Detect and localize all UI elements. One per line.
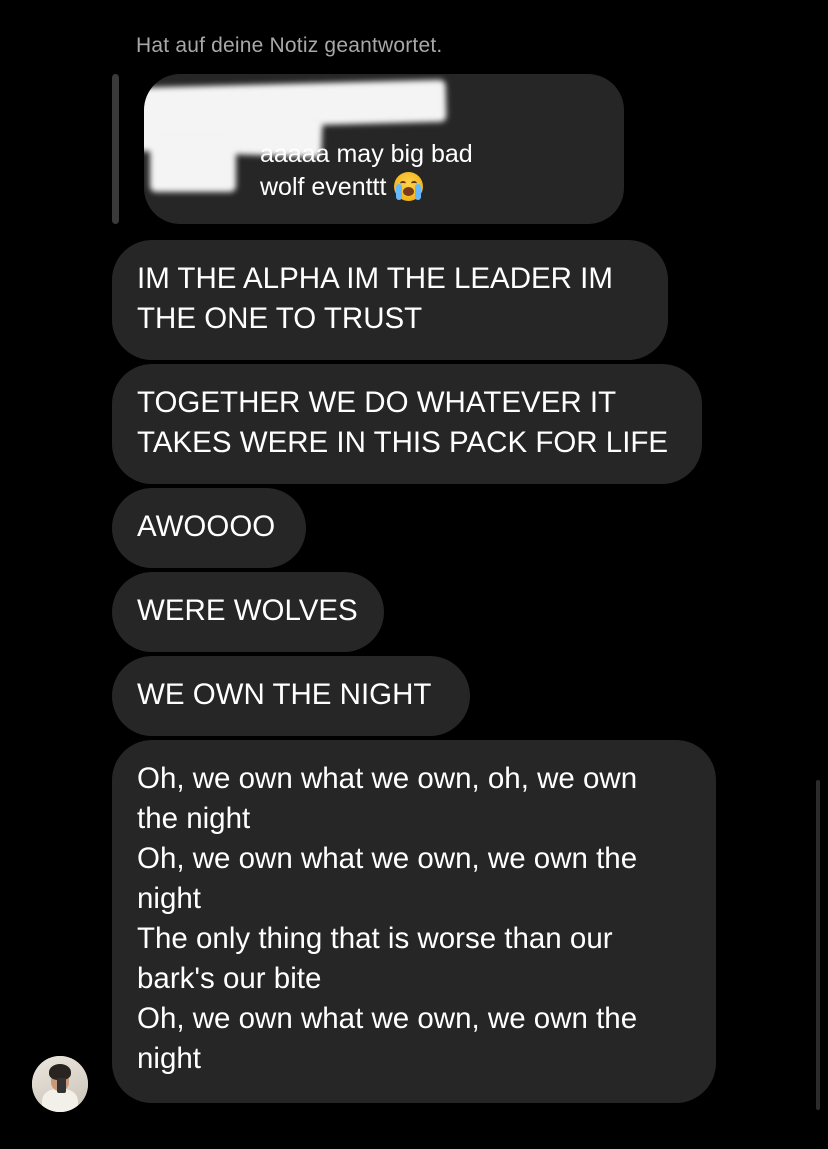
message-bubble[interactable]: IM THE ALPHA IM THE LEADER IM THE ONE TO… (112, 240, 668, 360)
scrollbar[interactable] (816, 780, 820, 1110)
message-bubble[interactable]: WERE WOLVES (112, 572, 384, 652)
message-bubble[interactable]: TOGETHER WE DO WHATEVER IT TAKES WERE IN… (112, 364, 702, 484)
message-line: Oh, we own what we own, oh, we own (137, 762, 638, 795)
message-line: TOGETHER WE DO WHATEVER IT (137, 386, 617, 419)
avatar-phone (57, 1078, 66, 1093)
message-bubble[interactable]: WE OWN THE NIGHT (112, 656, 470, 736)
message-line: Oh, we own what we own, we own the (137, 1002, 638, 1035)
replied-note-preview[interactable]: aaaaa may big bad wolf eventtt (144, 74, 624, 224)
note-line: aaaaa may big bad (260, 140, 473, 168)
message-line: TAKES WERE IN THIS PACK FOR LIFE (137, 426, 669, 459)
redaction-scribble (150, 138, 236, 192)
message-line: bark's our bite (137, 962, 322, 995)
message-line: night (137, 882, 201, 915)
reply-indicator-bar (112, 74, 119, 224)
message-line: AWOOOO (137, 510, 276, 543)
message-line: the night (137, 802, 251, 835)
message-bubble[interactable]: AWOOOO (112, 488, 306, 568)
sender-avatar[interactable] (32, 1056, 88, 1112)
note-line: wolf eventtt (260, 171, 473, 204)
message-line: night (137, 1042, 201, 1075)
message-line: IM THE ALPHA IM THE LEADER IM (137, 262, 613, 295)
message-bubble[interactable]: Oh, we own what we own, oh, we own the n… (112, 740, 716, 1103)
loudly-crying-face-icon (394, 172, 424, 201)
message-line: THE ONE TO TRUST (137, 302, 423, 335)
message-line: WE OWN THE NIGHT (137, 678, 432, 711)
message-line: The only thing that is worse than our (137, 922, 613, 955)
reply-context-label: Hat auf deine Notiz geantwortet. (136, 34, 443, 57)
note-line-text: wolf eventtt (260, 173, 387, 201)
message-line: WERE WOLVES (137, 594, 358, 627)
note-text: aaaaa may big bad wolf eventtt (260, 138, 473, 204)
message-line: Oh, we own what we own, we own the (137, 842, 638, 875)
